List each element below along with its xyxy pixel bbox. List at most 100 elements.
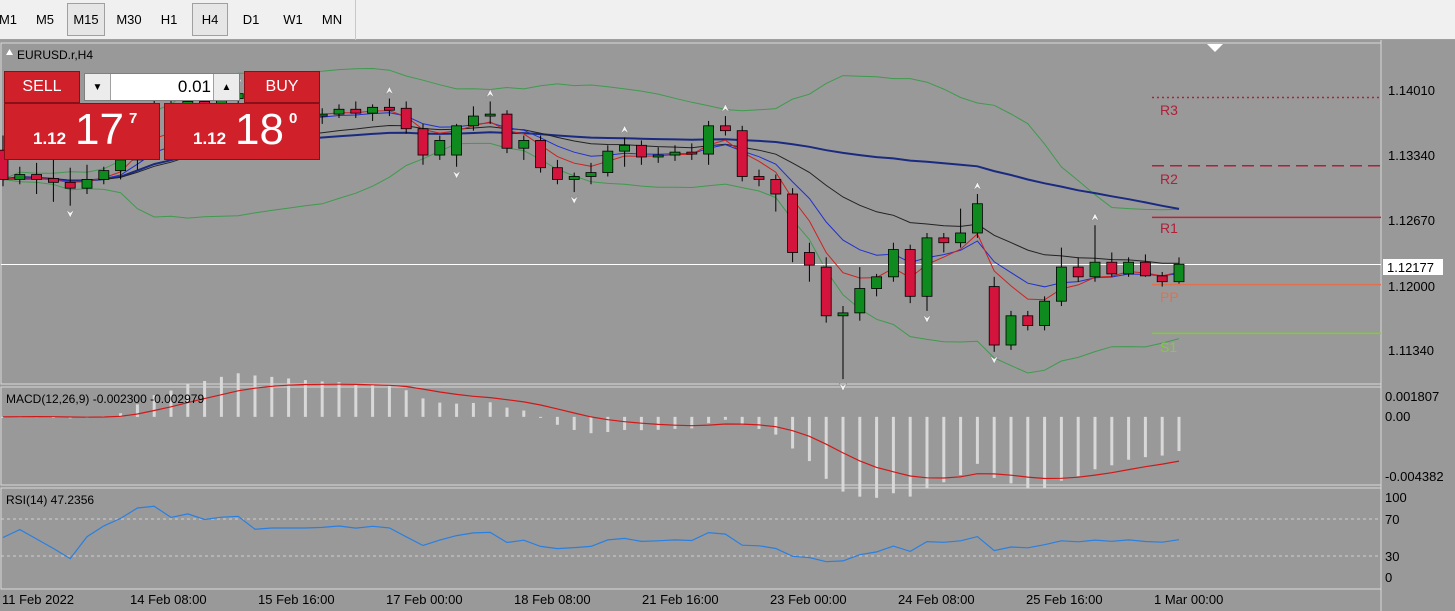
sell-price-prefix: 1.12: [33, 129, 67, 148]
macd-panel-frame: [0, 386, 1382, 486]
macd-bar: [807, 416, 811, 462]
pivot-label-r3: R3: [1160, 102, 1178, 118]
tf-button-mn[interactable]: MN: [314, 3, 350, 36]
macd-bar: [875, 416, 879, 498]
candle-body: [938, 237, 950, 244]
sell-price-display[interactable]: 1.12 17 7: [4, 103, 160, 160]
time-tick: 14 Feb 08:00: [130, 592, 207, 607]
macd-label: MACD(12,26,9) -0.002300 -0.002979: [6, 392, 204, 406]
time-axis: 11 Feb 2022 14 Feb 08:00 15 Feb 16:00 17…: [2, 592, 1223, 607]
candle-body: [14, 174, 26, 180]
fractal-down-icon: [452, 170, 461, 180]
macd-bar: [270, 376, 274, 417]
macd-bar: [975, 416, 979, 464]
candle-body: [417, 128, 429, 156]
candle-body: [1005, 315, 1017, 346]
price-tick: 1.12000: [1388, 279, 1435, 294]
volume-decrease-icon[interactable]: ▼: [85, 74, 111, 100]
macd-bar: [1009, 416, 1013, 484]
macd-bar: [757, 416, 761, 429]
candle-body: [955, 232, 966, 244]
candle-body: [988, 286, 1000, 346]
macd-bar: [858, 416, 862, 497]
candle-body: [400, 107, 412, 130]
candle-body: [602, 150, 614, 173]
buy-price-big: 18: [235, 105, 284, 154]
tf-button-m15[interactable]: M15: [67, 3, 105, 36]
price-tick: 1.14010: [1388, 83, 1435, 98]
buy-button[interactable]: BUY: [244, 71, 320, 103]
macd-bar: [1026, 416, 1030, 489]
candle-body: [535, 140, 546, 169]
candle-body: [1106, 261, 1118, 275]
candle-body: [333, 108, 345, 115]
fractal-down-icon: [569, 195, 579, 205]
time-tick: 21 Feb 16:00: [642, 592, 719, 607]
tf-button-w1[interactable]: W1: [274, 3, 312, 36]
candle-body: [787, 193, 798, 253]
tf-button-m30[interactable]: M30: [109, 3, 149, 36]
candle-body: [736, 130, 748, 177]
tf-button-h1[interactable]: H1: [152, 3, 186, 36]
tf-button-m5[interactable]: M5: [28, 3, 62, 36]
macd-bar: [438, 402, 442, 417]
macd-bar: [1110, 416, 1114, 466]
one-click-trading-panel: SELL ▼ ▲ BUY 1.12 17 7 1.12 18 0: [4, 71, 320, 160]
candle-body: [804, 252, 815, 266]
pivot-label-s1: S1: [1160, 339, 1177, 355]
fractal-up-icon: [721, 103, 730, 113]
macd-bar: [135, 404, 139, 417]
price-tick: 1.11340: [1388, 343, 1434, 358]
macd-bar: [992, 416, 996, 478]
macd-bar: [337, 382, 341, 417]
macd-bar: [589, 416, 593, 434]
candle-body: [484, 113, 496, 117]
candle-body: [720, 125, 731, 132]
tf-button-h4[interactable]: H4: [192, 3, 228, 36]
volume-input[interactable]: [113, 76, 211, 98]
candle-body: [871, 276, 882, 289]
macd-tick: 0.001807: [1385, 389, 1439, 404]
candle-body: [115, 159, 126, 172]
sell-button[interactable]: SELL: [4, 71, 80, 103]
macd-bar: [522, 410, 526, 417]
time-tick: 11 Feb 2022: [2, 592, 74, 607]
tf-button-d1[interactable]: D1: [233, 3, 269, 36]
fractal-up-icon: [973, 181, 982, 191]
candle-body: [31, 174, 43, 180]
macd-bar: [1043, 416, 1047, 488]
candle-body: [837, 312, 849, 317]
candle-body: [652, 154, 664, 158]
price-tick: 1.13340: [1388, 148, 1435, 163]
rsi-tick: 100: [1385, 490, 1407, 505]
candle-body: [854, 288, 866, 314]
candle-body: [904, 249, 916, 297]
collapse-triangle-icon[interactable]: [6, 49, 13, 55]
candle-body: [972, 203, 983, 234]
rsi-panel-frame: [0, 487, 1382, 590]
volume-increase-icon[interactable]: ▲: [213, 74, 239, 100]
tf-button-m1[interactable]: M1: [0, 3, 20, 36]
candle-body: [434, 140, 446, 156]
timeframe-toolbar: M1 M5 M15 M30 H1 H4 D1 W1 MN: [0, 0, 1455, 40]
macd-bar: [1160, 416, 1164, 456]
time-tick: 18 Feb 08:00: [514, 592, 591, 607]
fractal-down-icon: [922, 314, 932, 324]
macd-bar: [236, 373, 240, 417]
candle-body: [686, 151, 698, 155]
macd-bar: [539, 416, 543, 418]
chart-shift-marker-icon[interactable]: [1207, 44, 1223, 52]
candle-body: [1089, 261, 1101, 278]
time-tick: 1 Mar 00:00: [1154, 592, 1223, 607]
macd-bar: [287, 378, 291, 417]
buy-price-display[interactable]: 1.12 18 0: [164, 103, 320, 160]
macd-bar: [253, 375, 257, 417]
macd-bar: [841, 416, 845, 492]
macd-bar: [959, 416, 963, 476]
macd-bar: [673, 416, 677, 429]
candle-body: [669, 151, 681, 156]
pivot-label-pp: PP: [1160, 289, 1179, 305]
symbol-label: EURUSD.r,H4: [17, 48, 93, 62]
candle-body: [1140, 261, 1151, 277]
fractal-down-icon: [989, 355, 999, 365]
